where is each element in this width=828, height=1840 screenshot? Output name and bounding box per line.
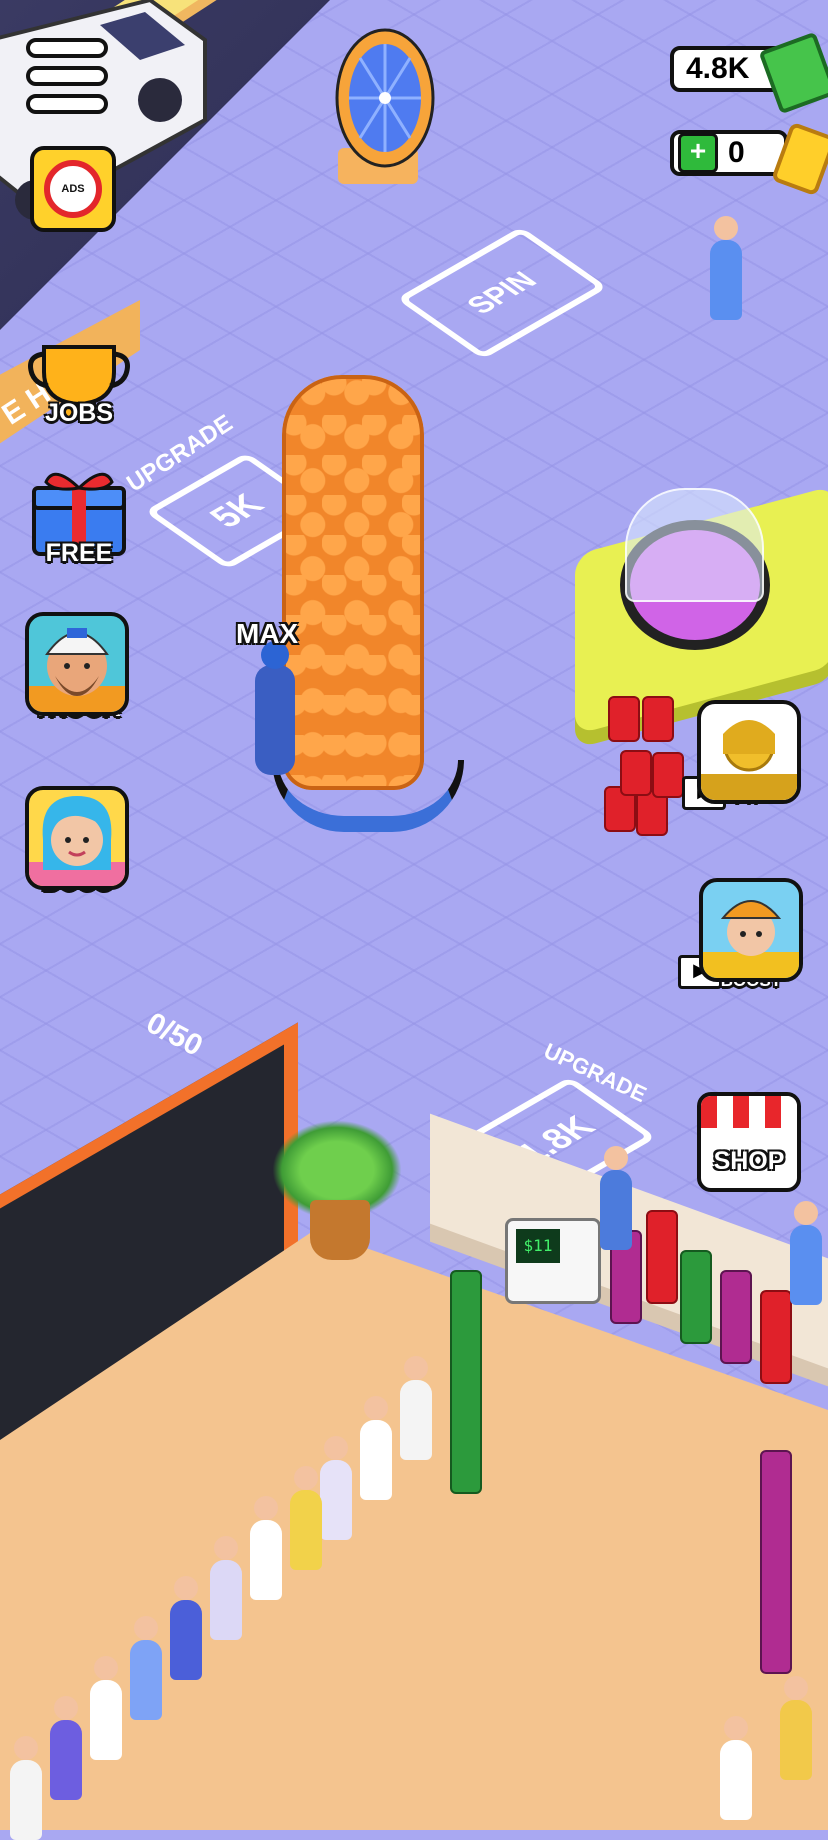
menu-icon-bar (26, 38, 108, 58)
no-ads-text: ADS (61, 183, 85, 195)
spin-wheel[interactable] (320, 18, 450, 188)
truck-driver-button[interactable]: TRUCK (22, 612, 132, 723)
stack-max-label: MAX (236, 618, 299, 649)
machine-boost-button[interactable]: MACHINE BOOST (696, 878, 806, 990)
register-display: $11 (516, 1229, 560, 1263)
cash-value: 4.8K (686, 52, 750, 85)
machine-dome (625, 488, 764, 602)
add-tickets-button[interactable]: + (678, 133, 718, 173)
no-ads-icon: ADS (44, 160, 102, 218)
worker-character (255, 641, 295, 775)
driver-face-icon (29, 628, 125, 712)
truck-driver-avatar (25, 612, 129, 716)
cash-register[interactable]: $11 (505, 1218, 601, 1304)
ticket-value: 0 (728, 136, 745, 169)
spin-pad-label: SPIN (459, 266, 544, 319)
no-ads-button[interactable]: ADS (30, 146, 116, 232)
plant-pot (310, 1200, 370, 1260)
menu-button[interactable] (26, 38, 108, 114)
shop-label: SHOP (713, 1147, 785, 1175)
vip-button[interactable]: VIP (694, 700, 804, 809)
vip-gold-icon (701, 720, 797, 800)
ticket-counter: + 0 (670, 130, 788, 176)
upgrade-cost-1: 5K (200, 487, 273, 534)
jobs-button[interactable]: JOBS (24, 342, 134, 428)
shop-awning-icon (701, 1096, 797, 1128)
boss-button[interactable]: BOSS (22, 786, 132, 897)
menu-icon-bar (26, 94, 108, 114)
vip-avatar (697, 700, 801, 804)
pumpkin-stack (282, 375, 424, 790)
menu-icon-bar (26, 66, 108, 86)
boss-avatar (25, 786, 129, 890)
machine-boost-avatar (699, 878, 803, 982)
engineer-face-icon (703, 900, 799, 978)
boss-face-icon (29, 796, 125, 886)
free-gift-button[interactable]: FREE (24, 468, 134, 568)
shop-button[interactable]: SHOP (697, 1092, 801, 1192)
